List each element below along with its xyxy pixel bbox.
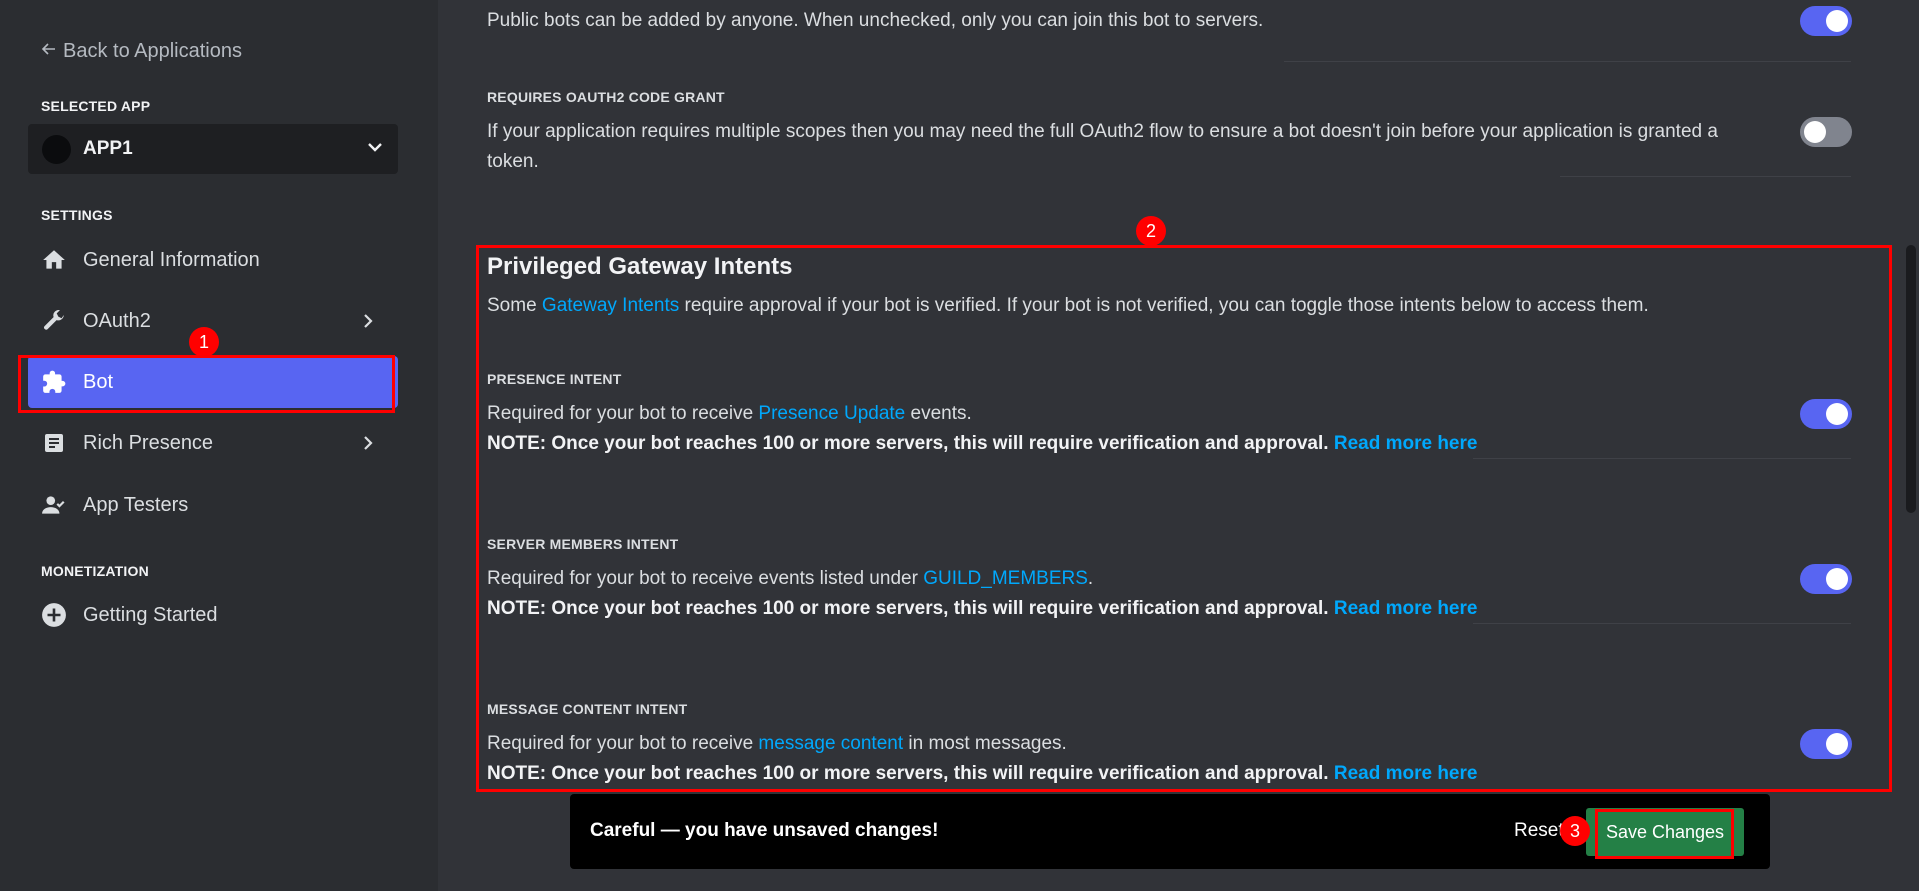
toggle-knob <box>1804 121 1826 143</box>
sidebar-item-getting-started[interactable]: Getting Started <box>28 589 398 641</box>
monetization-label: MONETIZATION <box>41 563 149 579</box>
annotation-box-1 <box>18 355 395 413</box>
annotation-box-3 <box>1595 809 1734 859</box>
app-name: APP1 <box>83 138 133 159</box>
home-icon <box>40 246 68 274</box>
chevron-right-icon <box>358 311 378 331</box>
public-bot-toggle[interactable] <box>1800 6 1852 36</box>
annotation-badge-1: 1 <box>189 327 219 357</box>
sidebar-item-general-information[interactable]: General Information <box>28 234 398 286</box>
sidebar-item-app-testers[interactable]: App Testers <box>28 479 398 531</box>
sidebar-item-label: Rich Presence <box>83 431 214 454</box>
oauth2-grant-title: REQUIRES OAUTH2 CODE GRANT <box>487 89 725 105</box>
divider <box>1284 61 1851 62</box>
wrench-icon <box>40 307 68 335</box>
reset-button[interactable]: Reset <box>1514 820 1564 842</box>
sidebar-item-label: App Testers <box>83 493 189 516</box>
sidebar: Back to Applications SELECTED APP APP1 S… <box>0 0 438 891</box>
app-avatar <box>42 134 71 164</box>
scrollbar-thumb[interactable] <box>1906 245 1916 513</box>
selected-app-label: SELECTED APP <box>41 98 151 114</box>
unsaved-changes-bar: Careful — you have unsaved changes! Rese… <box>570 794 1770 869</box>
oauth2-grant-description-line2: token. <box>487 151 539 172</box>
sidebar-item-label: Getting Started <box>83 603 218 626</box>
document-icon <box>40 429 68 457</box>
chevron-right-icon <box>358 433 378 453</box>
oauth2-grant-toggle[interactable] <box>1800 117 1852 147</box>
back-to-applications-link[interactable]: Back to Applications <box>41 40 242 63</box>
arrow-left-icon <box>41 40 57 63</box>
chevron-down-icon <box>366 138 384 161</box>
annotation-badge-2: 2 <box>1136 216 1166 246</box>
public-bot-description: Public bots can be added by anyone. When… <box>487 10 1264 31</box>
unsaved-changes-message: Careful — you have unsaved changes! <box>590 820 939 841</box>
back-link-label: Back to Applications <box>63 40 242 62</box>
annotation-box-2 <box>476 245 1892 792</box>
divider <box>1560 176 1851 177</box>
plus-circle-icon <box>40 601 68 629</box>
sidebar-item-label: General Information <box>83 248 260 271</box>
oauth2-grant-description-line1: If your application requires multiple sc… <box>487 121 1718 142</box>
sidebar-item-rich-presence[interactable]: Rich Presence <box>28 417 398 469</box>
app-selector[interactable]: APP1 <box>28 124 398 174</box>
toggle-knob <box>1826 10 1848 32</box>
person-icon <box>40 491 68 519</box>
sidebar-item-label: OAuth2 <box>83 309 151 332</box>
settings-label: SETTINGS <box>41 207 113 223</box>
annotation-badge-3: 3 <box>1560 816 1590 846</box>
